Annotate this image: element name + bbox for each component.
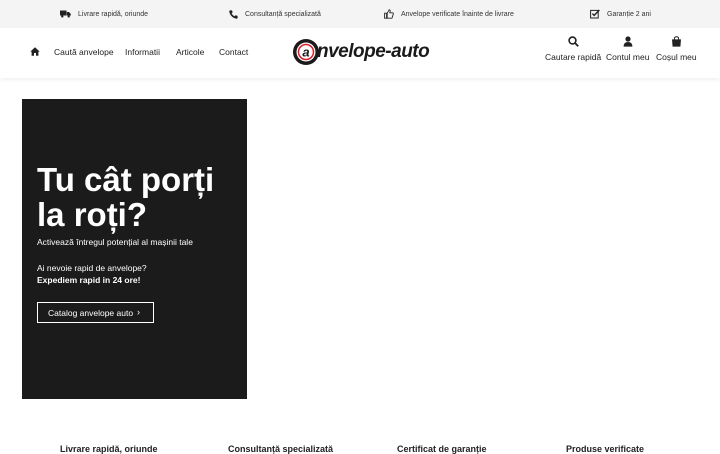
quick-search-label: Cautare rapidă	[545, 52, 602, 62]
site-logo[interactable]: a nvelope-auto	[292, 38, 430, 66]
tire-logo-icon: a	[293, 39, 319, 65]
topbar-item-delivery: Livrare rapidă, oriunde	[60, 0, 148, 28]
nav-link-contact[interactable]: Contact	[219, 47, 248, 57]
hero-shipping-note: Expediem rapid in 24 ore!	[37, 275, 141, 285]
shopping-bag-icon	[671, 36, 681, 47]
feature-verified: Produse verificate	[566, 444, 645, 454]
account-button[interactable]: Contul meu	[606, 36, 649, 62]
chevron-right-icon: ›	[137, 307, 140, 317]
hero-banner: Tu cât porți la roți? Activează întregul…	[22, 99, 247, 399]
topbar-item-label: Garanție 2 ani	[607, 10, 651, 18]
search-icon	[567, 36, 579, 47]
cart-button[interactable]: Coșul meu	[656, 36, 697, 62]
topbar-item-consulting: Consultanță specializată	[229, 0, 321, 28]
feature-consulting: Consultanță specializată	[228, 444, 334, 454]
nav-link-informatii[interactable]: Informatii	[125, 47, 160, 57]
topbar-item-verified: Anvelope verificate înainte de livrare	[384, 0, 514, 28]
hero-question: Ai nevoie rapid de anvelope?	[37, 263, 147, 273]
topbar-item-label: Consultanță specializată	[245, 10, 321, 18]
nav-link-articole[interactable]: Articole	[176, 47, 204, 57]
topbar-item-label: Anvelope verificate înainte de livrare	[401, 10, 514, 18]
catalog-button-label: Catalog anvelope auto	[48, 307, 134, 318]
checkbox-icon	[590, 9, 600, 19]
topbar-item-warranty: Garanție 2 ani	[590, 0, 651, 28]
hero-title: Tu cât porți la roți?	[37, 161, 215, 233]
hero-subtitle: Activează întregul potențial al mașinii …	[37, 237, 193, 247]
topbar-item-label: Livrare rapidă, oriunde	[78, 10, 149, 18]
top-info-bar: Livrare rapidă, oriunde Consultanță spec…	[0, 0, 720, 28]
account-label: Contul meu	[606, 52, 650, 62]
cart-label: Coșul meu	[656, 52, 697, 62]
thumbs-up-icon	[384, 9, 394, 19]
feature-delivery: Livrare rapidă, oriunde	[60, 444, 158, 454]
nav-link-cauta-anvelope[interactable]: Caută anvelope	[54, 47, 114, 57]
user-icon	[623, 36, 633, 47]
catalog-button[interactable]: Catalog anvelope auto ›	[37, 302, 154, 323]
svg-text:a: a	[302, 45, 309, 60]
nav-home[interactable]	[30, 47, 40, 58]
quick-search-button[interactable]: Cautare rapidă	[545, 36, 601, 62]
home-icon	[30, 47, 40, 56]
logo-text: nvelope-auto	[317, 41, 430, 62]
phone-icon	[229, 9, 238, 19]
truck-icon	[60, 10, 71, 18]
feature-warranty: Certificat de garanție	[397, 444, 487, 454]
main-header: Caută anvelope Informatii Articole Conta…	[0, 28, 720, 78]
